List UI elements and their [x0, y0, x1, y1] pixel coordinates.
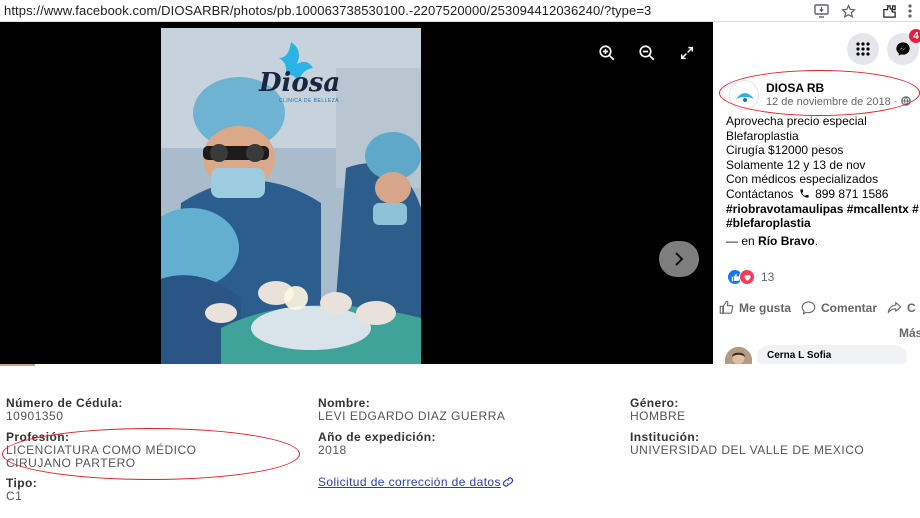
phone-icon — [800, 189, 809, 198]
share-arrow-icon — [887, 301, 902, 314]
post-line: Solamente 12 y 13 de nov — [726, 157, 866, 172]
nombre-label: Nombre: — [318, 396, 371, 410]
reaction-summary[interactable]: 13 — [727, 269, 774, 285]
zoom-in-button[interactable] — [596, 42, 618, 64]
comment-button[interactable]: Comentar — [801, 300, 877, 315]
contact-label: Contáctanos — [726, 186, 794, 201]
post-date[interactable]: 12 de noviembre de 2018 · — [766, 96, 911, 108]
comment-label: Comentar — [821, 300, 878, 315]
post-text: Aprovecha precio especial Blefaroplastia… — [726, 114, 920, 248]
notification-badge: 4 — [909, 29, 920, 43]
institucion-value: UNIVERSIDAD DEL VALLE DE MEXICO — [630, 443, 865, 457]
reaction-count: 13 — [761, 270, 775, 284]
chevron-right-icon — [675, 252, 684, 266]
post-contact-line: Contáctanos 899 871 1586 — [726, 187, 920, 202]
post-actions: Me gusta Comentar C — [719, 300, 920, 315]
zoom-out-icon — [639, 45, 655, 61]
profesion-label: Profesión: — [6, 430, 70, 444]
contact-phone: 899 871 1586 — [815, 186, 889, 201]
post-date-text: 12 de noviembre de 2018 · — [766, 96, 898, 108]
link-chain-icon — [502, 477, 513, 487]
section-divider — [0, 364, 35, 366]
clinic-logo-text: Diosa — [259, 68, 341, 98]
messenger-icon — [896, 42, 910, 56]
like-button[interactable]: Me gusta — [719, 300, 791, 315]
install-app-icon[interactable] — [812, 2, 830, 20]
correction-link-text: Solicitud de corrección de datos — [318, 475, 501, 489]
hashtags-line[interactable]: #riobravotamaulipas #mcallentx # — [726, 202, 920, 217]
grid-menu-icon — [856, 42, 870, 56]
cedula-label: Número de Cédula: — [6, 396, 123, 410]
post-line: Con médicos especializados — [726, 172, 879, 187]
love-reaction-icon — [739, 269, 755, 285]
bookmark-star-icon[interactable] — [839, 2, 857, 20]
photo-viewer: Diosa CLINICA DE BELLEZA — [0, 22, 713, 364]
fullscreen-button[interactable] — [676, 42, 698, 64]
post-side-panel: 4 DIOSA RB 12 de noviembre de 2018 · Apr… — [713, 22, 920, 364]
genero-value: HOMBRE — [630, 409, 686, 423]
profesion-value-line2: CIRUJANO PARTERO — [6, 456, 136, 470]
tipo-value: C1 — [6, 489, 23, 503]
globe-icon — [900, 96, 911, 106]
thumbs-up-icon — [719, 300, 734, 314]
next-photo-button[interactable] — [659, 241, 699, 277]
comment-bubble-icon — [801, 301, 816, 315]
tipo-label: Tipo: — [6, 476, 38, 490]
person-photo-icon — [725, 347, 752, 364]
post-line: Cirugía $12000 pesos — [726, 143, 844, 158]
anio-value: 2018 — [318, 443, 347, 457]
correction-request-link[interactable]: Solicitud de corrección de datos — [318, 475, 514, 489]
share-button[interactable]: C — [887, 300, 916, 315]
menu-grid-button[interactable] — [847, 33, 879, 65]
browser-address-bar[interactable]: https://www.facebook.com/DIOSARBR/photos… — [0, 0, 920, 22]
cedula-registry-record: Número de Cédula: 10901350 Nombre: LEVI … — [0, 364, 920, 518]
surgery-photo: Diosa CLINICA DE BELLEZA — [161, 28, 421, 364]
fullscreen-expand-icon — [680, 46, 694, 60]
post-author-name[interactable]: DIOSA RB — [766, 81, 824, 95]
institucion-label: Institución: — [630, 430, 700, 444]
location-prefix: — en — [726, 233, 755, 248]
clinic-logo-subtext: CLINICA DE BELLEZA — [279, 98, 340, 104]
nombre-value: LEVI EDGARDO DIAZ GUERRA — [318, 409, 506, 423]
page-avatar[interactable] — [729, 80, 759, 110]
location-link[interactable]: Río Bravo — [758, 234, 815, 248]
share-label: C — [907, 300, 916, 315]
browser-menu-icon[interactable] — [901, 2, 919, 20]
zoom-out-button[interactable] — [636, 42, 658, 64]
location-suffix: . — [814, 233, 819, 248]
commenter-avatar[interactable] — [725, 347, 752, 364]
messenger-button[interactable]: 4 — [887, 29, 920, 65]
post-line: Blefaroplastia — [726, 128, 799, 143]
more-comments-link[interactable]: Más — [899, 326, 920, 340]
anio-label: Año de expedición: — [318, 430, 436, 444]
location-line: — en Río Bravo. — [726, 234, 920, 249]
genero-label: Género: — [630, 396, 679, 410]
post-line: Aprovecha precio especial — [726, 114, 867, 128]
diosa-logo-icon — [736, 93, 754, 102]
extensions-puzzle-icon[interactable] — [880, 2, 898, 20]
zoom-in-icon — [599, 45, 615, 61]
cedula-value: 10901350 — [6, 409, 64, 423]
like-label: Me gusta — [739, 300, 792, 315]
hashtags-line[interactable]: #blefaroplastia — [726, 216, 920, 231]
url-text[interactable]: https://www.facebook.com/DIOSARBR/photos… — [4, 3, 651, 18]
comment-author[interactable]: Cerna L Sofia — [757, 345, 907, 364]
